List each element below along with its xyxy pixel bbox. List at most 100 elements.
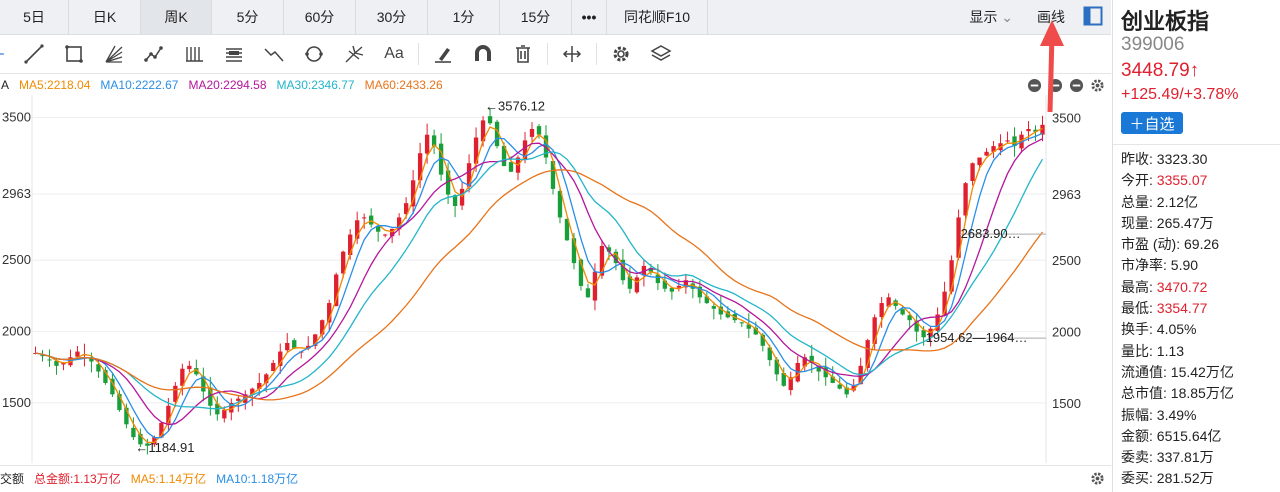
gear-icon[interactable] <box>601 36 641 72</box>
settings-gear-icon[interactable] <box>1090 78 1105 93</box>
candle-body <box>222 410 227 419</box>
volume-ma10-label: MA10:1.18万亿 <box>216 471 299 486</box>
quote-row: 委卖: 337.81万 <box>1121 447 1280 468</box>
candle-body <box>879 303 884 318</box>
kline-chart[interactable]: 3500 3500 2963 2963 2500 2500 2000 2000 1500 1500… <box>0 95 1111 463</box>
quote-row: 今开: 3355.07 <box>1121 170 1280 191</box>
period-tab-bar: 5日 日K 周K 5分 60分 30分 1分 15分 ••• 同花顺F10 显示… <box>0 0 1111 35</box>
fork-icon[interactable] <box>334 36 374 72</box>
candle-body <box>362 217 367 219</box>
quote-key: 现量: <box>1121 214 1153 231</box>
tab-5day[interactable]: 5日 <box>0 0 69 34</box>
more-tabs-button[interactable]: ••• <box>572 0 607 34</box>
y-tick-left-label: 1500 <box>2 395 31 410</box>
quote-row: 振幅: 3.49% <box>1121 405 1280 426</box>
volume-ma5-label: MA5:1.14万亿 <box>130 471 207 486</box>
index-change: +125.49/+3.78% <box>1121 86 1239 103</box>
y-tick-left-label: 2000 <box>2 324 31 339</box>
quote-row: 昨收: 3323.30 <box>1121 149 1280 170</box>
quote-row: 量比: 1.13 <box>1121 341 1280 362</box>
candle-body <box>970 163 975 181</box>
candle-body <box>977 157 982 166</box>
index-price: 3448.79↑ <box>1121 60 1200 81</box>
quote-row: 市净率: 5.90 <box>1121 255 1280 276</box>
ma10-label: MA10:2222.67 <box>100 78 179 92</box>
wave-icon[interactable] <box>134 36 174 72</box>
volume-settings-icon[interactable] <box>1090 471 1105 486</box>
candle-body <box>487 116 493 124</box>
line-icon[interactable] <box>14 36 54 72</box>
ma-line-ma20 <box>35 138 1043 426</box>
quote-value: 5.90 <box>1166 257 1199 274</box>
candle-body <box>285 342 290 351</box>
ma-line-ma30 <box>35 151 1044 410</box>
ma20-label: MA20:2294.58 <box>188 78 267 92</box>
tab-60min[interactable]: 60分 <box>284 0 356 34</box>
candle-body <box>1026 128 1031 132</box>
price-annotation: ←1184.91 <box>135 440 194 455</box>
candle-body <box>508 162 514 172</box>
tab-f10[interactable]: 同花顺F10 <box>607 0 708 34</box>
price-annotation: 1954.62—1964… <box>926 330 1028 345</box>
quote-key: 金额: <box>1121 427 1153 444</box>
add-watchlist-button[interactable]: ＋自选 <box>1121 112 1183 134</box>
ma30-label: MA30:2346.77 <box>276 78 355 92</box>
candle-body <box>271 362 276 371</box>
text-block-icon[interactable] <box>214 36 254 72</box>
index-code: 399006 <box>1121 34 1185 55</box>
candle-body <box>75 351 80 357</box>
quote-value: 265.47万 <box>1152 214 1214 231</box>
magnet-icon[interactable] <box>463 36 503 72</box>
rect-icon[interactable] <box>54 36 94 72</box>
candle-body <box>236 398 241 401</box>
zigzag-icon[interactable] <box>254 36 294 72</box>
candle-body <box>711 306 716 309</box>
quote-row: 委买: 281.52万 <box>1121 468 1280 489</box>
quote-key: 量比: <box>1121 342 1153 359</box>
quote-value: 3323.30 <box>1152 151 1208 167</box>
quote-row: 换手: 4.05% <box>1121 319 1280 340</box>
tab-5min[interactable]: 5分 <box>212 0 284 34</box>
minus-circle-icon[interactable] <box>1069 78 1084 93</box>
tab-daily[interactable]: 日K <box>69 0 141 34</box>
quote-value: 18.85万亿 <box>1166 385 1234 402</box>
display-label: 显示 <box>969 9 998 25</box>
panel-toggle-icon[interactable] <box>1083 6 1103 29</box>
candle-body <box>585 288 591 298</box>
measure-icon[interactable] <box>552 36 592 72</box>
y-tick-right-label: 2000 <box>1052 325 1081 340</box>
trash-icon[interactable] <box>503 36 543 72</box>
quote-key: 市盈 (动): <box>1121 236 1181 253</box>
tab-15min[interactable]: 15分 <box>500 0 572 34</box>
tab-weekly[interactable]: 周K <box>141 0 212 34</box>
quote-panel: 创业板指 399006 3448.79↑ +125.49/+3.78% ＋自选 … <box>1112 0 1280 492</box>
quote-row: 总市值: 18.85万亿 <box>1121 383 1280 404</box>
quote-value: 15.42万亿 <box>1166 363 1234 380</box>
annotation-arrow <box>1040 20 1064 113</box>
candle-body <box>837 384 842 389</box>
circle-icon[interactable] <box>294 36 334 72</box>
candle-body <box>334 274 339 307</box>
kline-svg[interactable]: 3500 35002963 29632500 25002000 20001500 1500… <box>0 95 1111 463</box>
index-name: 创业板指 <box>1121 9 1210 34</box>
ma-prefix: A <box>1 78 10 92</box>
tab-1min[interactable]: 1分 <box>428 0 500 34</box>
candle-body <box>739 322 744 324</box>
quote-key: 流通值: <box>1121 363 1167 380</box>
eraser-icon[interactable] <box>423 36 463 72</box>
quote-row: 最高: 3470.72 <box>1121 277 1280 298</box>
chevron-down-icon: ⌄ <box>1001 9 1013 25</box>
display-dropdown[interactable]: 显示 ⌄ <box>969 7 1013 27</box>
text-icon[interactable]: Aa <box>374 36 414 72</box>
fan-icon[interactable] <box>94 36 134 72</box>
candle-body <box>424 134 430 154</box>
layers-icon[interactable] <box>641 36 681 72</box>
candle-body <box>47 359 52 361</box>
tab-30min[interactable]: 30分 <box>356 0 428 34</box>
quote-key: 总市值: <box>1121 385 1167 402</box>
parallel-icon[interactable] <box>174 36 214 72</box>
candle-body <box>187 365 192 370</box>
y-tick-right-label: 1500 <box>1052 396 1081 411</box>
cursor-icon[interactable] <box>0 36 14 72</box>
candle-body <box>984 151 989 156</box>
